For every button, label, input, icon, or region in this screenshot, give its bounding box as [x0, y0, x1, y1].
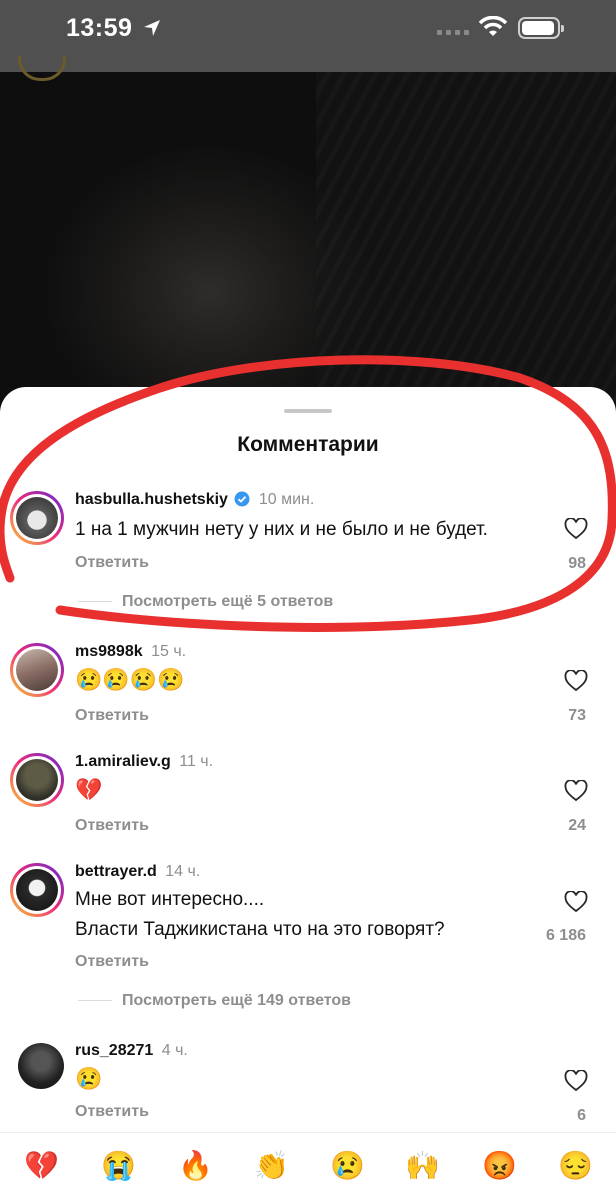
emoji-sob[interactable]: 😭	[101, 1149, 136, 1182]
like-heart-icon[interactable]	[564, 1070, 588, 1092]
reply-button[interactable]: Ответить	[75, 707, 149, 725]
comment-time: 4 ч.	[161, 1042, 188, 1059]
like-heart-icon[interactable]	[564, 670, 588, 692]
view-more-label: Посмотреть ещё 149 ответов	[122, 992, 352, 1009]
view-more-label: Посмотреть ещё 5 ответов	[122, 593, 334, 610]
sheet-drag-handle[interactable]	[284, 409, 332, 413]
like-count: 24	[568, 817, 586, 834]
emoji-fire[interactable]: 🔥	[178, 1149, 213, 1182]
emoji-raised-hands[interactable]: 🙌	[405, 1149, 440, 1182]
wifi-icon	[478, 16, 508, 36]
comment-text: 😢😢😢😢	[75, 667, 185, 692]
like-heart-icon[interactable]	[564, 518, 588, 540]
comments-sheet: Комментарии hasbulla.hushetskiy 10 мин. …	[0, 387, 616, 1200]
avatar[interactable]	[10, 753, 64, 807]
emoji-clap[interactable]: 👏	[254, 1149, 289, 1182]
view-more-replies[interactable]: Посмотреть ещё 149 ответов	[78, 992, 351, 1010]
reply-button[interactable]: Ответить	[75, 817, 149, 835]
comment-username[interactable]: hasbulla.hushetskiy	[75, 491, 228, 508]
comment-text: 1 на 1 мужчин нету у них и не было и не …	[75, 519, 488, 540]
status-bar: 13:59	[0, 0, 616, 72]
battery-icon	[518, 17, 564, 39]
avatar[interactable]	[10, 491, 64, 545]
like-heart-icon[interactable]	[564, 891, 588, 913]
comment-time: 11 ч.	[179, 753, 214, 770]
like-count: 6	[577, 1107, 586, 1124]
emoji-angry[interactable]: 😡	[482, 1149, 517, 1182]
like-count: 73	[568, 707, 586, 724]
avatar[interactable]	[10, 1037, 64, 1091]
emoji-cry[interactable]: 😢	[330, 1149, 365, 1182]
reply-button[interactable]: Ответить	[75, 953, 149, 971]
comment-time: 14 ч.	[165, 863, 201, 880]
reply-button[interactable]: Ответить	[75, 554, 149, 572]
like-count: 98	[568, 555, 586, 572]
comment-time: 10 мин.	[258, 491, 315, 508]
like-count: 6 186	[545, 927, 586, 944]
emoji-reaction-bar: 💔 😭 🔥 👏 😢 🙌 😡 😔	[0, 1132, 616, 1201]
comment-username[interactable]: ms9898k	[75, 643, 143, 660]
comment-username[interactable]: 1.amiraliev.g	[75, 753, 171, 770]
comment-text-line1: Мне вот интересно....	[75, 889, 265, 910]
location-arrow-icon	[144, 20, 160, 36]
comment-username[interactable]: rus_28271	[75, 1042, 153, 1059]
verified-badge-icon	[234, 491, 250, 507]
background-video	[0, 56, 616, 402]
view-more-replies[interactable]: Посмотреть ещё 5 ответов	[78, 593, 333, 611]
comment-text: 💔	[75, 777, 103, 802]
reply-button[interactable]: Ответить	[75, 1103, 149, 1121]
comment-time: 15 ч.	[151, 643, 187, 660]
comment-text: 😢	[75, 1066, 103, 1091]
avatar[interactable]	[10, 863, 64, 917]
avatar[interactable]	[10, 643, 64, 697]
comment-username[interactable]: bettrayer.d	[75, 863, 157, 880]
cellular-signal-icon	[437, 30, 469, 35]
sheet-title: Комментарии	[237, 433, 379, 456]
comment-text-line2: Власти Таджикистана что на это говорят?	[75, 919, 445, 940]
video-author-avatar	[18, 56, 66, 81]
like-heart-icon[interactable]	[564, 780, 588, 802]
status-time: 13:59	[66, 14, 133, 42]
emoji-broken-heart[interactable]: 💔	[24, 1149, 59, 1182]
emoji-pensive[interactable]: 😔	[558, 1149, 593, 1182]
